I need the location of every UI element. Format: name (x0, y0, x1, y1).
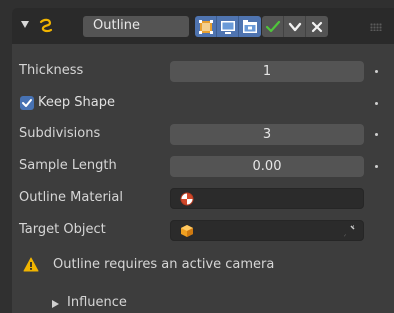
thickness-label: Thickness (19, 63, 84, 78)
thickness-field[interactable]: 1 (170, 61, 364, 82)
apply-check-icon (265, 20, 280, 32)
edit-mode-toggle[interactable] (195, 16, 217, 37)
modifier-icon (39, 18, 53, 33)
object-cube-icon (181, 225, 193, 237)
eyedropper-icon[interactable] (343, 224, 355, 238)
keep-shape-keyframe-dot[interactable] (375, 102, 378, 105)
viewport-toggle[interactable] (217, 16, 239, 37)
render-toggle[interactable] (239, 16, 261, 37)
subdivisions-keyframe-dot[interactable] (375, 133, 378, 136)
modifier-name-value: Outline (93, 18, 141, 33)
warning-message: Outline requires an active camera (53, 257, 275, 272)
apply-button[interactable] (262, 16, 284, 37)
render-icon (243, 19, 257, 33)
visibility-toggles (195, 16, 261, 37)
material-icon (180, 192, 194, 206)
influence-expand-arrow-icon[interactable] (52, 300, 59, 308)
outline-material-field[interactable] (170, 188, 364, 209)
remove-modifier-button[interactable] (306, 16, 328, 37)
subdivisions-field[interactable]: 3 (170, 124, 364, 145)
influence-subpanel-header[interactable]: Influence (67, 295, 127, 310)
modifier-actions (262, 16, 328, 37)
outline-material-label: Outline Material (19, 190, 123, 205)
warning-icon (23, 257, 39, 272)
modifier-name-input[interactable]: Outline (83, 16, 189, 37)
keep-shape-checkbox[interactable] (20, 96, 34, 110)
modifier-header: Outline (12, 8, 394, 44)
target-object-field[interactable] (170, 220, 364, 241)
subdivisions-label: Subdivisions (19, 126, 101, 141)
thickness-keyframe-dot[interactable] (375, 70, 378, 73)
dropdown-chevron-icon (288, 22, 301, 31)
outline-modifier-panel: Outline Thickness 1 Keep Shape Subdivisi… (12, 8, 394, 313)
checkmark-icon (22, 99, 32, 107)
modifier-menu-button[interactable] (284, 16, 306, 37)
sample-length-label: Sample Length (19, 158, 117, 173)
edit-mode-icon (198, 19, 213, 34)
collapse-arrow-icon[interactable] (21, 21, 29, 28)
viewport-icon (220, 20, 235, 34)
drag-grip-icon[interactable] (370, 23, 382, 31)
keep-shape-label[interactable]: Keep Shape (38, 95, 115, 110)
close-icon (311, 21, 323, 32)
sample-length-keyframe-dot[interactable] (375, 165, 378, 168)
sample-length-field[interactable]: 0.00 (170, 156, 364, 177)
target-object-label: Target Object (19, 222, 106, 237)
